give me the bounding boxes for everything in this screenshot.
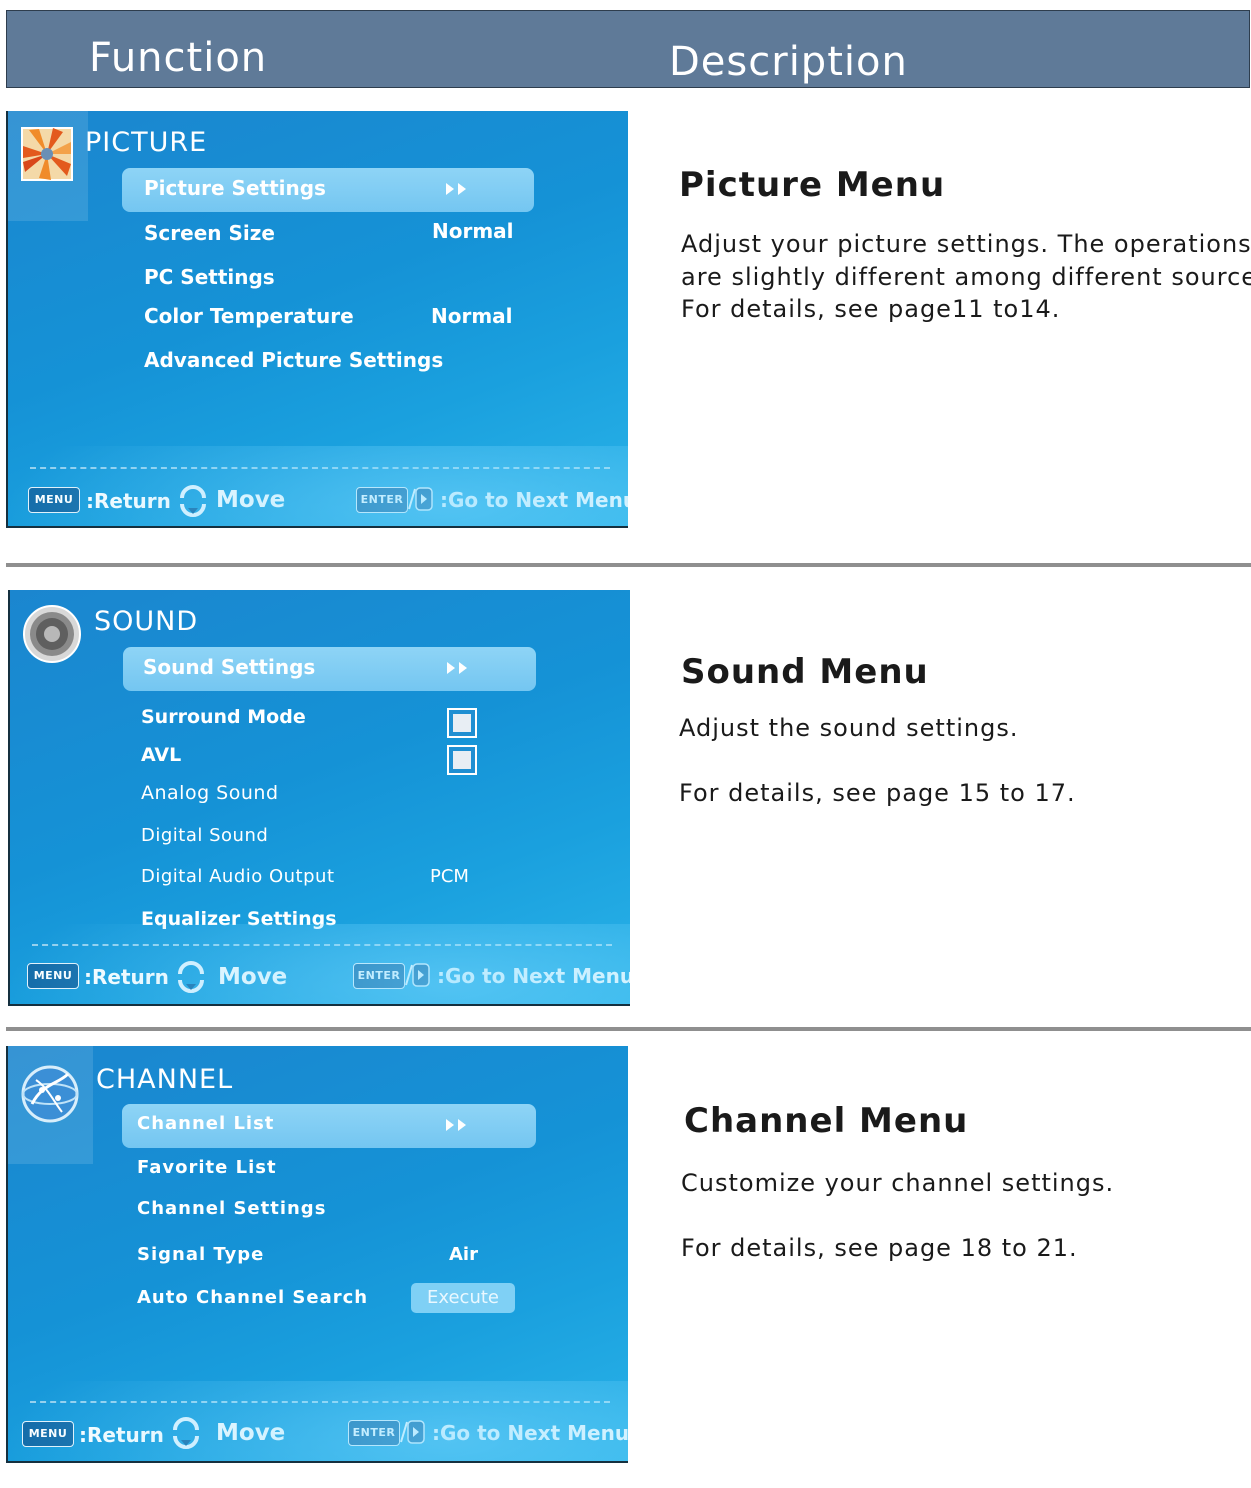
channel-desc-line1: Customize your channel settings. — [681, 1169, 1115, 1197]
footer-divider — [32, 944, 612, 946]
channel-icon-box — [8, 1046, 93, 1164]
up-down-icon — [173, 1417, 199, 1449]
return-label: :Return — [86, 489, 171, 513]
picture-desc-line2: are slightly different among different s… — [681, 263, 1251, 291]
up-down-icon — [178, 961, 204, 993]
avl-checkbox[interactable] — [447, 745, 477, 775]
menu-key[interactable]: MENU — [22, 1421, 74, 1447]
channel-menu-title: CHANNEL — [96, 1064, 234, 1095]
section-divider — [6, 1027, 1251, 1031]
execute-button[interactable]: Execute — [411, 1283, 515, 1313]
screen-size-item[interactable]: Screen Size — [144, 221, 275, 245]
surround-mode-checkbox[interactable] — [447, 708, 477, 738]
digital-audio-output-value: PCM — [430, 866, 469, 887]
speaker-icon — [23, 605, 81, 663]
sound-menu-heading: Sound Menu — [681, 652, 929, 692]
picture-menu-panel: PICTURE Picture Settings Screen Size Nor… — [6, 111, 628, 528]
menu-key[interactable]: MENU — [27, 963, 79, 989]
section-divider — [6, 563, 1251, 567]
picture-desc-line3: For details, see page11 to14. — [681, 295, 1061, 323]
advanced-picture-settings-item[interactable]: Advanced Picture Settings — [144, 348, 443, 372]
channel-menu-panel: CHANNEL Channel List Favorite List Chann… — [6, 1046, 628, 1463]
go-next-menu-label: :Go to Next Menu — [440, 488, 628, 512]
enter-key[interactable]: ENTER — [348, 1420, 400, 1446]
move-label: Move — [218, 964, 288, 990]
analog-sound-item[interactable]: Analog Sound — [141, 782, 279, 804]
channel-settings-item[interactable]: Channel Settings — [137, 1198, 326, 1219]
picture-icon — [21, 127, 73, 181]
equalizer-settings-item[interactable]: Equalizer Settings — [141, 908, 337, 930]
description-column-header: Description — [669, 39, 908, 85]
menu-footer: MENU :Return Move ENTER :Go to Next Menu — [10, 956, 630, 1000]
double-arrow-icon — [446, 183, 466, 195]
color-temperature-item[interactable]: Color Temperature — [144, 304, 354, 328]
sound-settings-item[interactable]: Sound Settings — [123, 647, 536, 691]
signal-type-item[interactable]: Signal Type — [137, 1244, 264, 1265]
move-label: Move — [216, 487, 286, 513]
avl-item[interactable]: AVL — [141, 744, 181, 766]
return-label: :Return — [84, 965, 169, 989]
channel-menu-heading: Channel Menu — [684, 1101, 969, 1141]
double-arrow-icon — [447, 662, 467, 674]
picture-menu-heading: Picture Menu — [679, 165, 946, 205]
color-temperature-value: Normal — [431, 304, 513, 328]
menu-footer: MENU :Return Move ENTER :Go to Next Menu — [8, 1413, 628, 1457]
channel-list-item[interactable]: Channel List — [122, 1104, 536, 1148]
footer-divider — [30, 467, 610, 469]
sound-menu-panel: SOUND Sound Settings Surround Mode AVL A… — [8, 590, 630, 1006]
screen-size-value: Normal — [432, 219, 514, 243]
table-header: Function Description — [6, 10, 1250, 88]
picture-desc-line1: Adjust your picture settings. The operat… — [681, 230, 1251, 258]
surround-mode-item[interactable]: Surround Mode — [141, 706, 306, 728]
pc-settings-item[interactable]: PC Settings — [144, 265, 275, 289]
up-down-icon — [180, 485, 206, 517]
picture-icon-box — [8, 111, 88, 221]
move-label: Move — [216, 1420, 286, 1446]
sound-menu-title: SOUND — [94, 606, 199, 637]
return-label: :Return — [79, 1423, 164, 1447]
picture-settings-item[interactable]: Picture Settings — [122, 168, 534, 212]
channel-desc-line2: For details, see page 18 to 21. — [681, 1234, 1078, 1262]
go-next-menu-label: :Go to Next Menu — [432, 1421, 628, 1445]
picture-menu-title: PICTURE — [85, 127, 208, 158]
auto-channel-search-item[interactable]: Auto Channel Search — [137, 1287, 368, 1308]
picture-settings-label: Picture Settings — [144, 176, 326, 200]
enter-key[interactable]: ENTER — [356, 487, 408, 513]
sound-desc-line2: For details, see page 15 to 17. — [679, 779, 1076, 807]
digital-audio-output-item[interactable]: Digital Audio Output — [141, 866, 335, 887]
digital-sound-item[interactable]: Digital Sound — [141, 825, 268, 846]
menu-key[interactable]: MENU — [28, 487, 80, 513]
go-next-menu-label: :Go to Next Menu — [437, 964, 630, 988]
sound-desc-line1: Adjust the sound settings. — [679, 714, 1019, 742]
enter-key[interactable]: ENTER — [353, 963, 405, 989]
channel-list-label: Channel List — [137, 1113, 275, 1134]
menu-footer: MENU :Return Move ENTER :Go to Next Menu — [8, 481, 628, 525]
right-arrow-icon — [405, 963, 430, 987]
footer-divider — [30, 1401, 610, 1403]
double-arrow-icon — [446, 1119, 466, 1131]
favorite-list-item[interactable]: Favorite List — [137, 1157, 277, 1178]
signal-type-value: Air — [449, 1244, 478, 1265]
right-arrow-icon — [400, 1420, 425, 1444]
right-arrow-icon — [408, 487, 433, 511]
globe-icon — [21, 1065, 79, 1123]
function-column-header: Function — [89, 35, 268, 81]
sound-settings-label: Sound Settings — [143, 655, 316, 679]
